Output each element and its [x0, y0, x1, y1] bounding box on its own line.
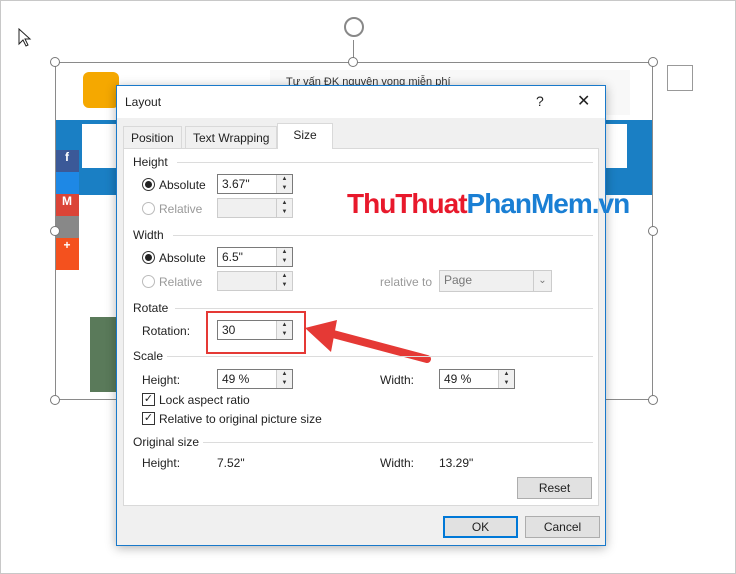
relative-to-select[interactable]: Page ⌄: [439, 270, 552, 292]
resize-handle[interactable]: [50, 57, 60, 67]
original-width-label: Width:: [380, 456, 415, 470]
width-absolute-label: Absolute: [159, 251, 206, 265]
original-height-label: Height:: [142, 456, 181, 470]
dialog-title: Layout: [125, 95, 162, 109]
scale-width-spinner[interactable]: ▲ ▼: [498, 370, 514, 388]
scale-section-label: Scale: [133, 349, 164, 363]
height-absolute-radio[interactable]: [142, 178, 155, 191]
chevron-down-icon: ⌄: [533, 271, 551, 291]
relative-to-value: Page: [444, 273, 473, 287]
resize-handle[interactable]: [50, 226, 60, 236]
tab-text-wrapping[interactable]: Text Wrapping: [185, 126, 278, 148]
layout-options-icon[interactable]: [667, 65, 693, 91]
divider: [173, 235, 593, 236]
width-absolute-spinner[interactable]: ▲ ▼: [276, 248, 292, 266]
scale-height-spinner[interactable]: ▲ ▼: [276, 370, 292, 388]
width-section-label: Width: [133, 228, 164, 242]
red-arrow-icon: [305, 320, 431, 363]
width-relative-spinner[interactable]: ▲ ▼: [276, 272, 292, 290]
reset-button[interactable]: Reset: [517, 477, 592, 499]
divider: [203, 442, 593, 443]
original-height-value: 7.52": [217, 456, 245, 470]
scale-width-label: Width:: [380, 373, 415, 387]
width-absolute-radio[interactable]: [142, 251, 155, 264]
dialog-titlebar: Layout ? ✕: [117, 86, 605, 118]
resize-handle[interactable]: [648, 226, 658, 236]
cancel-button[interactable]: Cancel: [525, 516, 600, 538]
resize-handle[interactable]: [50, 395, 60, 405]
ok-button[interactable]: OK: [443, 516, 518, 538]
original-size-section-label: Original size: [133, 435, 200, 449]
resize-handle[interactable]: [648, 57, 658, 67]
height-relative-spinner[interactable]: ▲ ▼: [276, 199, 292, 217]
rotation-label: Rotation:: [142, 324, 191, 338]
watermark-logo: ThuThuatPhanMem.vn: [347, 188, 630, 219]
tab-size[interactable]: Size: [277, 123, 333, 149]
rotation-highlight-box: [206, 311, 306, 354]
height-absolute-label: Absolute: [159, 178, 206, 192]
width-relative-radio[interactable]: [142, 275, 155, 288]
help-button[interactable]: ?: [536, 93, 544, 109]
relative-to-label: relative to: [380, 275, 433, 289]
height-section-label: Height: [133, 155, 168, 169]
lock-aspect-ratio-checkbox[interactable]: ✓: [142, 393, 155, 406]
divider: [167, 356, 593, 357]
layout-dialog: Layout ? ✕ Position Text Wrapping Size H…: [116, 85, 630, 546]
resize-handle[interactable]: [648, 395, 658, 405]
tab-position[interactable]: Position: [123, 126, 182, 148]
resize-handle[interactable]: [348, 57, 358, 67]
rotate-handle-icon[interactable]: [344, 17, 364, 37]
divider: [175, 308, 593, 309]
relative-original-size-checkbox[interactable]: ✓: [142, 412, 155, 425]
relative-original-size-label: Relative to original picture size: [159, 412, 322, 426]
scale-height-label: Height:: [142, 373, 181, 387]
lock-aspect-ratio-label: Lock aspect ratio: [159, 393, 250, 407]
original-width-value: 13.29": [439, 456, 474, 470]
divider: [177, 162, 593, 163]
close-button[interactable]: ✕: [577, 91, 590, 111]
height-relative-label: Relative: [159, 202, 203, 216]
height-absolute-spinner[interactable]: ▲ ▼: [276, 175, 292, 193]
width-relative-label: Relative: [159, 275, 203, 289]
rotate-section-label: Rotate: [133, 301, 169, 315]
height-relative-radio[interactable]: [142, 202, 155, 215]
